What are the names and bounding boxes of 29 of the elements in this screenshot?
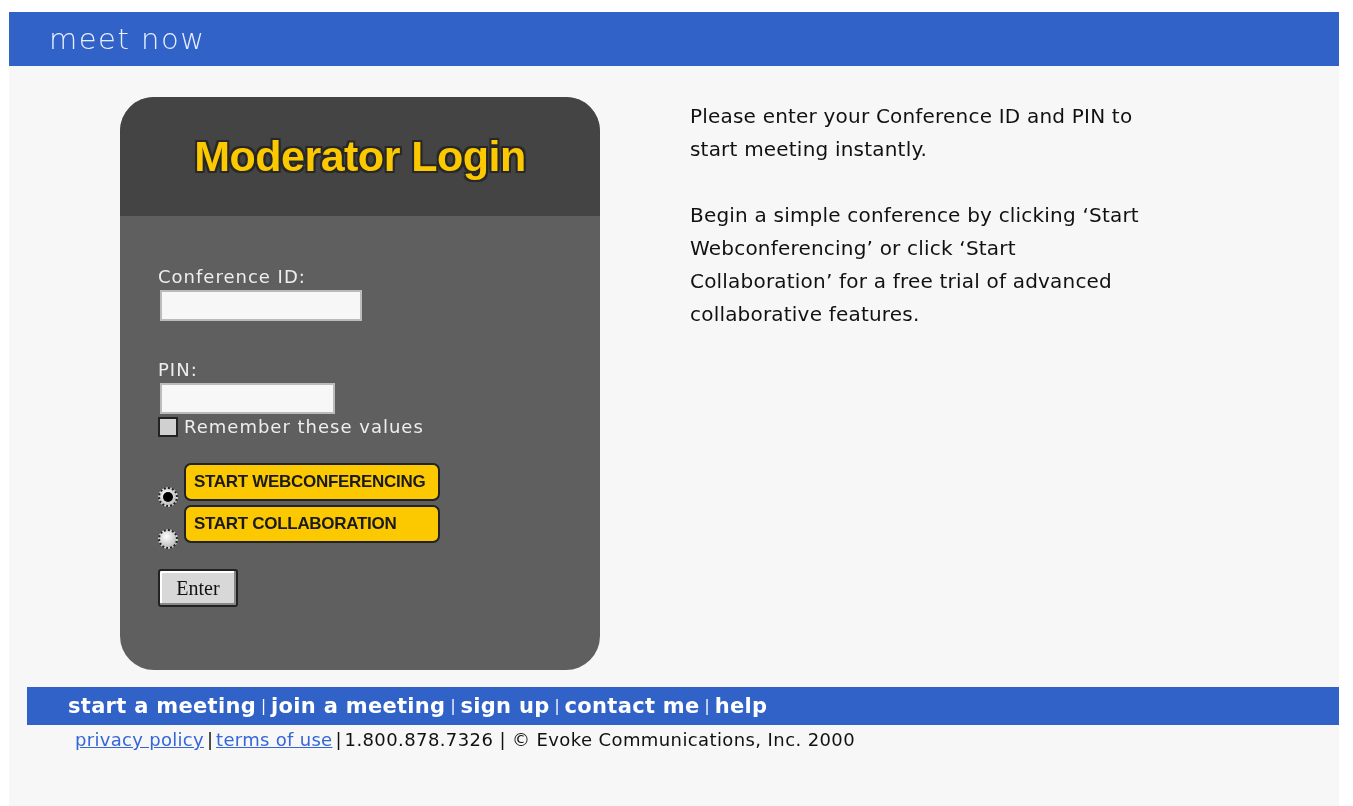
- login-title: Moderator Login: [194, 132, 526, 181]
- nav-link[interactable]: contact me: [564, 694, 700, 718]
- field-label: PIN:: [158, 359, 199, 380]
- option-button[interactable]: START COLLABORATION: [184, 505, 440, 543]
- option-button[interactable]: START WEBCONFERENCING: [184, 463, 440, 501]
- separator: |: [704, 697, 710, 715]
- intro-paragraph: Please enter your Conference ID and PIN to start meeting instantly.: [690, 103, 1134, 163]
- checkbox[interactable]: [158, 416, 178, 437]
- field-label: Conference ID:: [158, 266, 307, 287]
- input-field[interactable]: [160, 290, 362, 321]
- enter-button[interactable]: Enter: [158, 569, 238, 607]
- nav-link[interactable]: terms of use: [216, 729, 333, 750]
- nav-link[interactable]: join a meeting: [271, 694, 446, 718]
- footer-text: 1.800.878.7326 | © Evoke Communications, Inc. 2000: [344, 729, 856, 750]
- radio-button[interactable]: [158, 487, 178, 507]
- separator: |: [554, 697, 560, 715]
- header-title: meet now: [49, 22, 206, 56]
- separator: |: [261, 697, 267, 715]
- nav-link[interactable]: sign up: [460, 694, 550, 718]
- nav-link[interactable]: help: [714, 694, 768, 718]
- nav-link[interactable]: start a meeting: [68, 694, 256, 718]
- radio-button[interactable]: [158, 529, 178, 549]
- checkbox-label: Remember these values: [184, 416, 424, 437]
- nav-link[interactable]: privacy policy: [75, 729, 204, 750]
- separator: |: [335, 729, 342, 750]
- input-field[interactable]: [160, 383, 335, 414]
- intro-paragraph: Begin a simple conference by clicking ‘Start Webconferencing’ or click ‘Start Collaboration’ for a free trial of advanced collaborative features.: [690, 202, 1140, 328]
- separator: |: [207, 729, 214, 750]
- separator: |: [450, 697, 456, 715]
